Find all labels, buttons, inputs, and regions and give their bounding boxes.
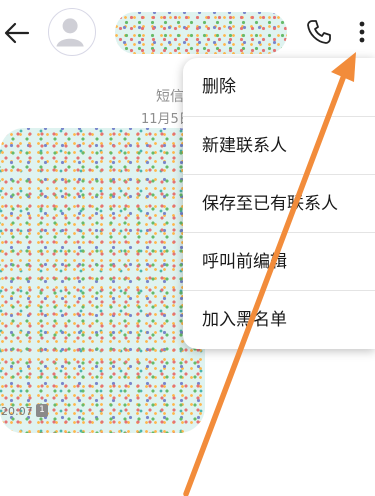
- person-icon: [56, 18, 84, 47]
- menu-item-add-to-blacklist[interactable]: 加入黑名单: [183, 290, 375, 348]
- overflow-menu: 删除 新建联系人 保存至已有联系人 呼叫前编辑 加入黑名单: [183, 58, 375, 349]
- conversation-header: [0, 0, 375, 64]
- message-type-label: 短信: [156, 89, 184, 105]
- menu-item-edit-before-call[interactable]: 呼叫前编辑: [183, 232, 375, 290]
- menu-item-delete[interactable]: 删除: [183, 58, 375, 116]
- contact-name-redacted: [115, 12, 287, 54]
- menu-item-save-to-existing-contact[interactable]: 保存至已有联系人: [183, 174, 375, 232]
- menu-item-new-contact[interactable]: 新建联系人: [183, 116, 375, 174]
- message-time: 20:07: [1, 405, 33, 418]
- sim-card-badge: 1: [36, 404, 48, 417]
- phone-icon[interactable]: [305, 18, 333, 46]
- more-vertical-icon[interactable]: [352, 14, 372, 50]
- contact-avatar[interactable]: [48, 8, 96, 56]
- back-arrow-icon[interactable]: [2, 18, 32, 48]
- message-bubble-redacted[interactable]: [0, 128, 205, 433]
